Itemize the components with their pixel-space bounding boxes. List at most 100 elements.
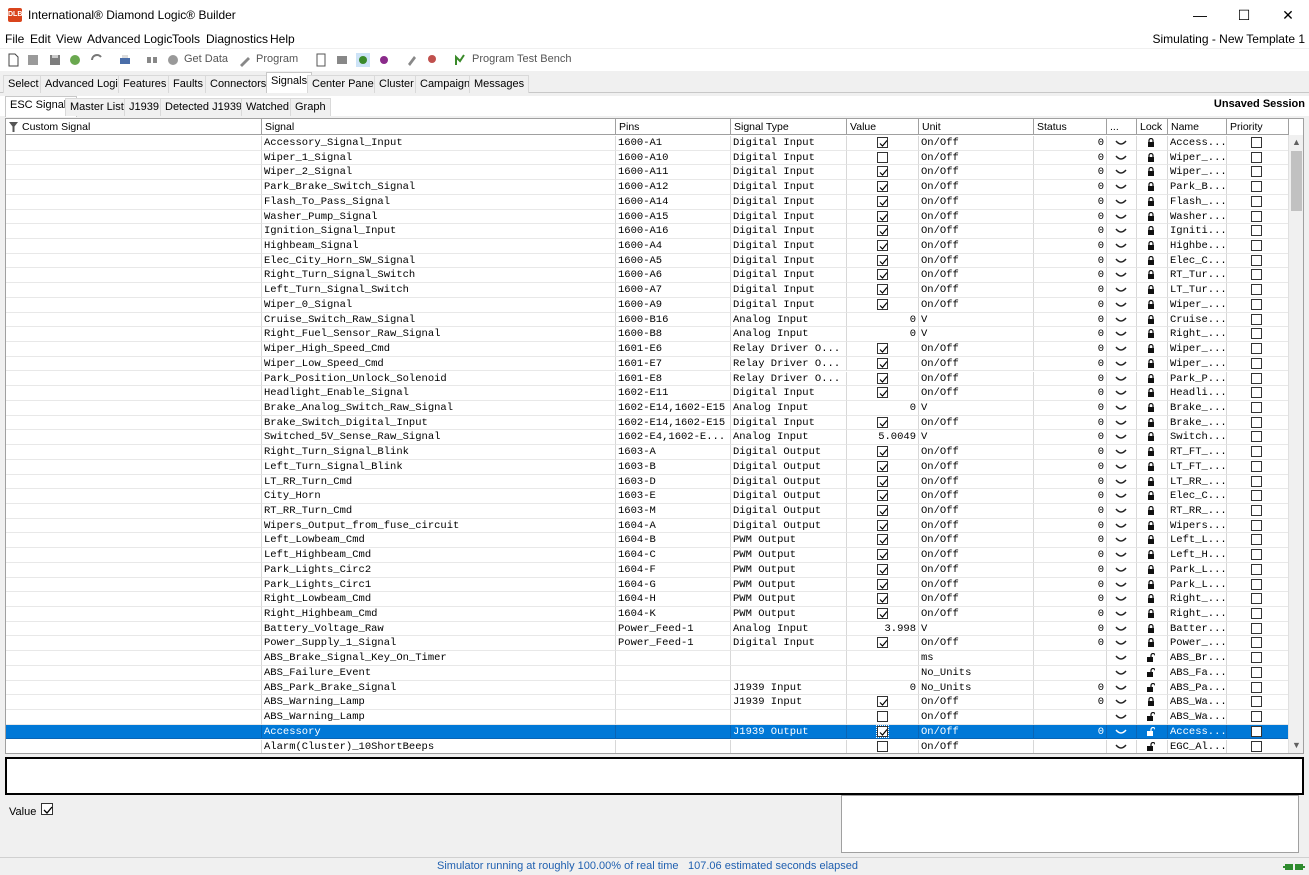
unlock-icon[interactable] <box>1147 682 1155 692</box>
table-row[interactable]: Cruise_Switch_Raw_Signal 1600-B16 Analog I… <box>6 312 1289 328</box>
maximize-button[interactable]: ☐ <box>1222 0 1266 30</box>
unlock-icon[interactable] <box>1147 726 1155 736</box>
priority-checkbox[interactable] <box>1251 505 1262 516</box>
tab-messages[interactable]: Messages <box>469 75 530 93</box>
more-cell[interactable] <box>1107 665 1137 681</box>
tab-cluster[interactable]: Cluster <box>374 75 419 93</box>
table-row[interactable]: Power_Supply_1_Signal Power_Feed-1 Digital… <box>6 636 1289 652</box>
tab-detected-j1939[interactable]: Detected J1939 <box>160 98 248 116</box>
expand-curve-icon[interactable] <box>1115 301 1127 309</box>
priority-checkbox[interactable] <box>1251 357 1262 369</box>
expand-curve-icon[interactable] <box>1115 536 1127 544</box>
program-button[interactable]: Program <box>256 53 298 65</box>
custom-signal-cell[interactable] <box>6 209 262 225</box>
custom-signal-cell[interactable] <box>6 400 262 416</box>
priority-checkbox[interactable] <box>1251 387 1262 399</box>
menu-advanced-logic[interactable]: Advanced Logic <box>87 32 172 46</box>
more-cell[interactable] <box>1107 636 1137 652</box>
lock-icon[interactable] <box>1147 506 1155 515</box>
lock-cell[interactable] <box>1137 621 1168 637</box>
more-cell[interactable] <box>1107 695 1137 711</box>
menu-edit[interactable]: Edit <box>30 32 51 46</box>
lock-icon[interactable] <box>1147 152 1155 162</box>
lock-icon[interactable] <box>1147 432 1155 442</box>
table-row[interactable]: Wipers_Output_from_fuse_circuit 1604-A Dig… <box>6 518 1289 534</box>
vertical-scrollbar[interactable]: ▲ ▼ <box>1288 135 1303 753</box>
lock-icon[interactable] <box>1147 211 1155 221</box>
more-cell[interactable] <box>1107 651 1137 666</box>
table-row[interactable]: Right_Turn_Signal_Switch 1600-A6 Digital I… <box>6 268 1289 284</box>
table-row[interactable]: Right_Lowbeam_Cmd 1604-H PWM Output On/Off 0… <box>6 592 1289 607</box>
menu-tools[interactable]: Tools <box>172 32 200 46</box>
table-row[interactable]: Alarm(Cluster)_10ShortBeeps On/Off EGC_Al.… <box>6 739 1289 753</box>
expand-curve-icon[interactable] <box>1115 345 1127 353</box>
expand-curve-icon[interactable] <box>1115 478 1127 486</box>
lock-icon[interactable] <box>1147 182 1155 192</box>
more-cell[interactable] <box>1107 710 1137 725</box>
value-checkbox[interactable] <box>877 298 888 310</box>
table-row[interactable]: RT_RR_Turn_Cmd 1603-M Digital Output On/Off… <box>6 504 1289 519</box>
value-checkbox[interactable] <box>877 696 888 708</box>
more-cell[interactable] <box>1107 297 1137 313</box>
priority-cell[interactable] <box>1227 577 1289 593</box>
connect-icon[interactable] <box>145 53 159 67</box>
expand-curve-icon[interactable] <box>1115 654 1127 662</box>
tab-connectors[interactable]: Connectors <box>205 75 272 93</box>
value-checkbox[interactable] <box>877 549 888 561</box>
value-checkbox[interactable] <box>877 137 888 148</box>
print-icon[interactable] <box>118 53 132 67</box>
table-row[interactable]: Brake_Switch_Digital_Input 1602-E14,1602-… <box>6 415 1289 431</box>
table-row[interactable]: ABS_Warning_Lamp On/Off ABS_Wa... <box>6 710 1289 725</box>
priority-cell[interactable] <box>1227 194 1289 210</box>
custom-signal-cell[interactable] <box>6 194 262 210</box>
lock-cell[interactable] <box>1137 180 1168 195</box>
priority-cell[interactable] <box>1227 680 1289 696</box>
lock-icon[interactable] <box>1147 417 1155 427</box>
table-row[interactable]: Highbeam_Signal 1600-A4 Digital Input On/Of… <box>6 239 1289 254</box>
custom-signal-cell[interactable] <box>6 224 262 239</box>
custom-signal-cell[interactable] <box>6 636 262 652</box>
priority-checkbox[interactable] <box>1251 608 1262 620</box>
expand-curve-icon[interactable] <box>1115 522 1127 530</box>
priority-cell[interactable] <box>1227 283 1289 298</box>
more-cell[interactable] <box>1107 180 1137 195</box>
lock-icon[interactable] <box>1147 329 1155 339</box>
expand-curve-icon[interactable] <box>1115 463 1127 471</box>
more-cell[interactable] <box>1107 386 1137 401</box>
priority-checkbox[interactable] <box>1251 225 1262 237</box>
menu-help[interactable]: Help <box>270 32 295 46</box>
column-header-status[interactable]: Status <box>1034 119 1107 135</box>
value-cell[interactable] <box>847 518 919 534</box>
lock-icon[interactable] <box>1147 255 1155 265</box>
expand-curve-icon[interactable] <box>1115 360 1127 368</box>
minimize-button[interactable]: — <box>1178 0 1222 30</box>
more-cell[interactable] <box>1107 209 1137 225</box>
tab-master-list[interactable]: Master List <box>65 98 129 116</box>
lock-icon[interactable] <box>1147 314 1155 324</box>
priority-cell[interactable] <box>1227 268 1289 284</box>
lock-cell[interactable] <box>1137 607 1168 622</box>
column-header-pins[interactable]: Pins <box>616 119 731 135</box>
lock-icon[interactable] <box>1147 697 1155 707</box>
priority-cell[interactable] <box>1227 327 1289 343</box>
table-row[interactable]: Battery_Voltage_Raw Power_Feed-1 Analog In… <box>6 621 1289 637</box>
scroll-down-arrow-icon[interactable]: ▼ <box>1289 738 1303 753</box>
lock-icon[interactable] <box>1147 623 1155 633</box>
value-cell[interactable] <box>847 710 919 725</box>
value-cell[interactable] <box>847 356 919 372</box>
priority-checkbox[interactable] <box>1251 563 1262 575</box>
expand-curve-icon[interactable] <box>1115 139 1127 147</box>
custom-signal-cell[interactable] <box>6 239 262 254</box>
custom-signal-cell[interactable] <box>6 327 262 343</box>
more-cell[interactable] <box>1107 356 1137 372</box>
priority-cell[interactable] <box>1227 592 1289 607</box>
lock-icon[interactable] <box>1147 609 1155 619</box>
lock-cell[interactable] <box>1137 739 1168 753</box>
column-header-lock[interactable]: Lock <box>1137 119 1168 135</box>
priority-checkbox[interactable] <box>1251 519 1262 531</box>
lock-cell[interactable] <box>1137 710 1168 725</box>
column-header-name[interactable]: Name <box>1168 119 1227 135</box>
table-row[interactable]: City_Horn 1603-E Digital Output On/Off 0 Elec… <box>6 489 1289 504</box>
priority-checkbox[interactable] <box>1251 343 1262 355</box>
lock-cell[interactable] <box>1137 283 1168 298</box>
